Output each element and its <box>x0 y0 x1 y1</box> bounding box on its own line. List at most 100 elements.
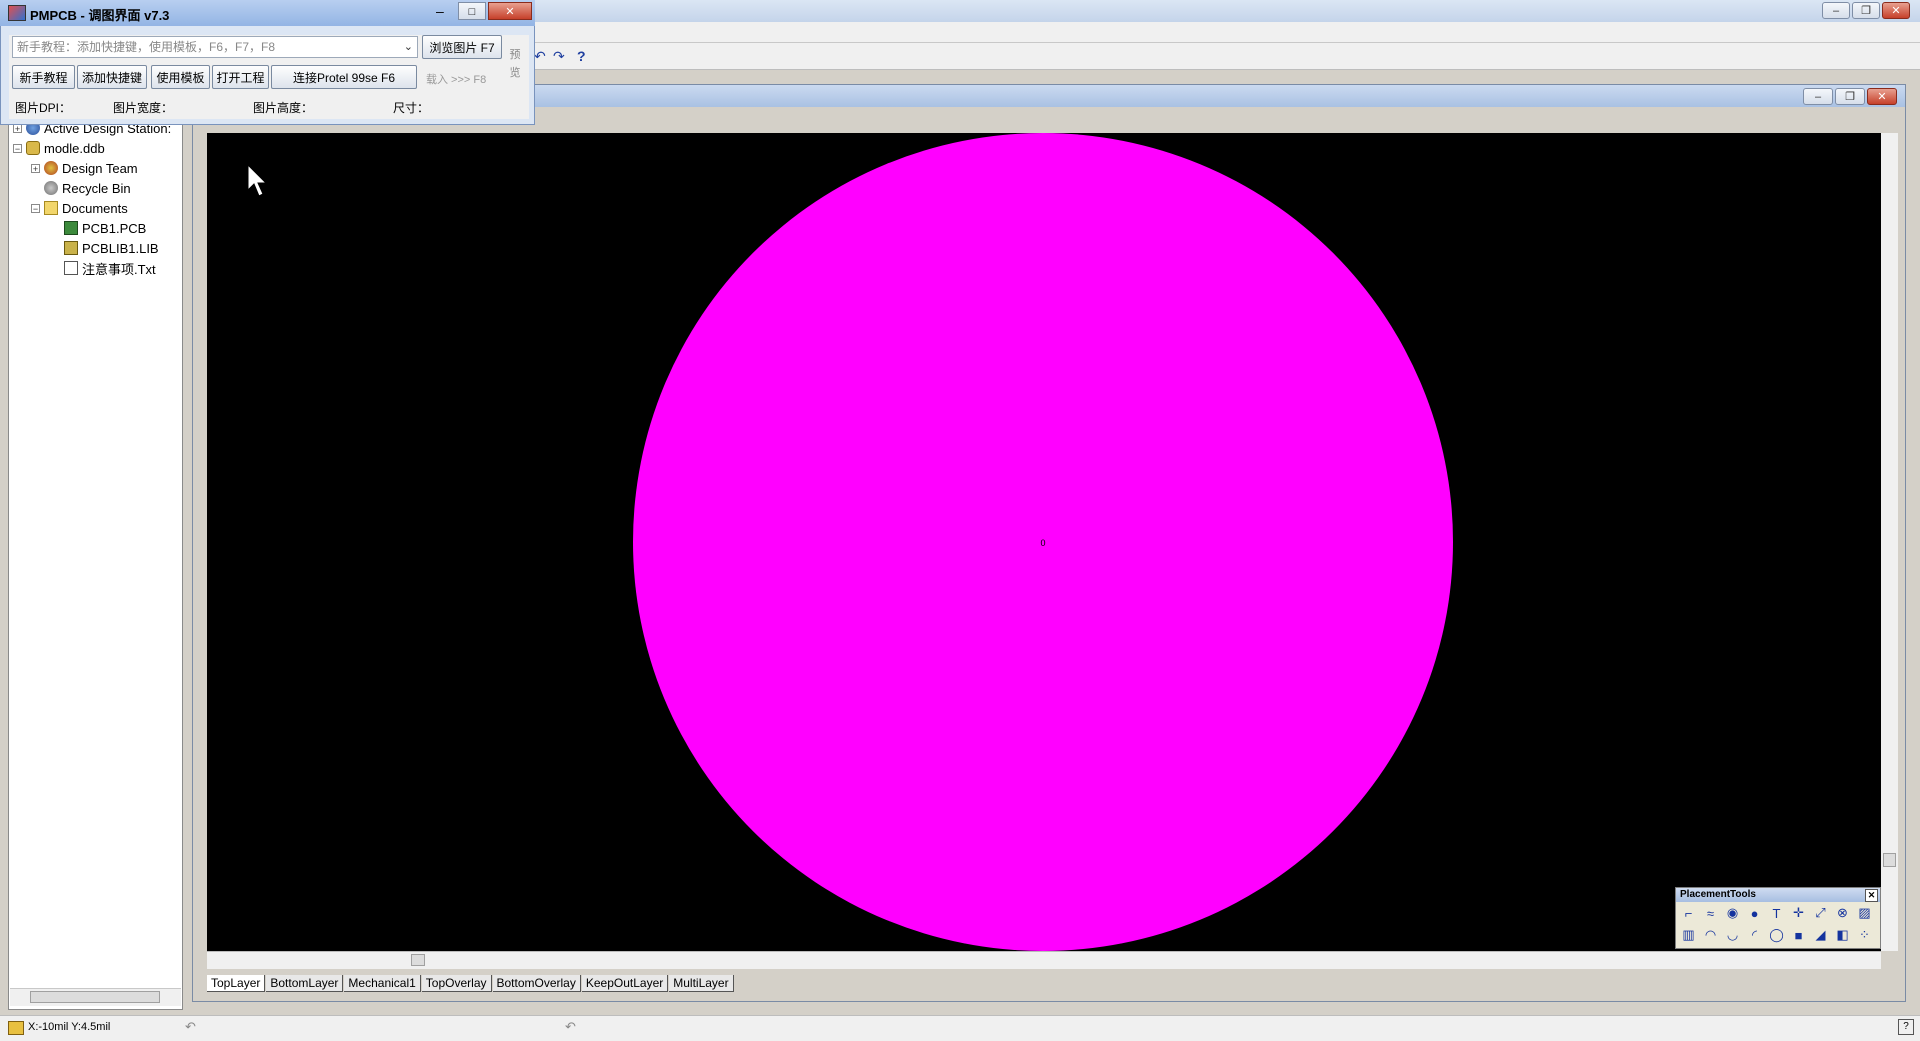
polygon-plane-icon[interactable]: ◢ <box>1811 926 1830 944</box>
chevron-down-icon[interactable]: ⌄ <box>404 37 413 57</box>
tab-topoverlay[interactable]: TopOverlay <box>421 975 492 992</box>
canvas-vertical-scrollbar[interactable] <box>1881 133 1898 951</box>
arc-center-icon[interactable]: ◠ <box>1701 926 1720 944</box>
pad-center-label: 0 <box>1040 538 1045 548</box>
placement-tools-row-1: ⌐ ≈ ◉ ● T ✛ ⤢ ⊗ ▨ <box>1676 902 1880 924</box>
tree-item-ddb[interactable]: − modle.ddb <box>13 139 105 157</box>
image-width-label: 图片宽度： <box>113 101 174 115</box>
pcb-canvas[interactable]: 0 <box>207 133 1881 951</box>
tree-item-pcblib[interactable]: PCBLIB1.LIB <box>64 239 159 257</box>
scroll-thumb[interactable] <box>411 954 425 966</box>
placement-tools-title-text: PlacementTools <box>1680 889 1756 900</box>
tutorial-combo[interactable]: 新手教程：添加快捷键，使用模板，F6，F7，F8 ⌄ <box>12 36 418 58</box>
team-icon <box>44 161 58 175</box>
canvas-horizontal-scrollbar[interactable] <box>207 951 1881 969</box>
tree-horizontal-scrollbar[interactable] <box>10 988 181 1006</box>
tab-mechanical1[interactable]: Mechanical1 <box>344 975 421 992</box>
statusbar: X:-10mil Y:4.5mil ↶ ↶ ? <box>0 1015 1920 1041</box>
undo-icon[interactable]: ↶ <box>534 48 546 65</box>
tree-item-label: modle.ddb <box>44 140 105 156</box>
tab-toplayer[interactable]: TopLayer <box>207 975 266 992</box>
maximize-icon[interactable]: □ <box>458 2 486 20</box>
restore-icon[interactable]: ❐ <box>1835 88 1865 105</box>
via-icon[interactable]: ● <box>1745 904 1764 922</box>
restore-icon[interactable]: ❐ <box>1852 2 1880 19</box>
tutorial-combo-text: 新手教程：添加快捷键，使用模板，F6，F7，F8 <box>17 40 276 54</box>
pencil-icon <box>8 1021 24 1035</box>
track-icon[interactable]: ⌐ <box>1679 904 1698 922</box>
tree-item-txt[interactable]: 注意事项.Txt <box>64 259 156 277</box>
tutorial-button[interactable]: 新手教程 <box>12 65 75 89</box>
close-icon[interactable]: ✕ <box>1882 2 1910 19</box>
library-file-icon <box>64 241 78 255</box>
layer-tabs: TopLayer BottomLayer Mechanical1 TopOver… <box>207 972 1881 992</box>
load-label: 载入 >>> F8 <box>426 74 487 86</box>
canvas-svg: 0 <box>633 133 1453 951</box>
tree-item-pcb[interactable]: PCB1.PCB <box>64 219 146 237</box>
mouse-cursor-icon <box>247 164 268 197</box>
close-icon[interactable]: ✕ <box>1867 88 1897 105</box>
database-icon <box>26 141 40 155</box>
circle-icon[interactable]: ◯ <box>1767 926 1786 944</box>
help-icon[interactable]: ? <box>1898 1019 1914 1035</box>
collapse-icon[interactable]: − <box>13 143 22 153</box>
tab-keepoutlayer[interactable]: KeepOutLayer <box>581 975 669 992</box>
array-paste-icon[interactable]: ⁘ <box>1855 926 1874 944</box>
arc-any-icon[interactable]: ◜ <box>1745 926 1764 944</box>
redo-icon[interactable]: ↷ <box>553 48 565 65</box>
preview-label: 预览 <box>509 49 521 79</box>
tab-bottomoverlay[interactable]: BottomOverlay <box>492 975 581 992</box>
origin-icon[interactable]: ⊗ <box>1833 904 1852 922</box>
pad-icon[interactable]: ◉ <box>1723 904 1742 922</box>
tab-multilayer[interactable]: MultiLayer <box>669 975 734 992</box>
scroll-thumb[interactable] <box>1883 853 1896 867</box>
status-indicator-icon: ↶ <box>185 1019 196 1034</box>
minimize-icon[interactable]: – <box>1803 88 1833 105</box>
image-height-label: 图片高度： <box>253 101 314 115</box>
cursor-coordinates: X:-10mil Y:4.5mil <box>28 1021 111 1033</box>
tree-item-recycle-bin[interactable]: Recycle Bin <box>44 179 131 197</box>
folder-icon <box>44 201 58 215</box>
connect-protel-button[interactable]: 连接Protel 99se F6 <box>271 65 417 89</box>
tree-item-label: PCB1.PCB <box>82 220 147 236</box>
status-indicator-icon: ↶ <box>565 1019 576 1034</box>
pmpcb-title: PMPCB - 调图界面 v7.3 <box>30 8 170 23</box>
help-icon[interactable]: ? <box>577 48 586 64</box>
size-label: 尺寸： <box>393 101 430 115</box>
image-dpi-label: 图片DPI： <box>15 101 72 115</box>
arc-edge-icon[interactable]: ◡ <box>1723 926 1742 944</box>
document-window-controls: – ❐ ✕ <box>1803 88 1897 105</box>
add-shortcut-button[interactable]: 添加快捷键 <box>77 65 147 89</box>
wire-icon[interactable]: ≈ <box>1701 904 1720 922</box>
placement-tools-title: PlacementTools ✕ <box>1676 888 1880 902</box>
tree-item-label: 注意事项.Txt <box>82 261 156 277</box>
placement-tools-palette: PlacementTools ✕ ⌐ ≈ ◉ ● T ✛ ⤢ ⊗ ▨ ▥ ◠ ◡… <box>1675 887 1881 949</box>
tree-item-label: Recycle Bin <box>62 180 131 196</box>
expand-icon[interactable]: + <box>31 163 40 173</box>
tab-bottomlayer[interactable]: BottomLayer <box>266 975 344 992</box>
tree-item-label: PCBLIB1.LIB <box>82 240 159 256</box>
split-plane-icon[interactable]: ◧ <box>1833 926 1852 944</box>
dimension-icon[interactable]: ⤢ <box>1811 904 1830 922</box>
minimize-icon[interactable]: – <box>1822 2 1850 19</box>
tree-item-label: Design Team <box>62 160 138 176</box>
tree-item-documents[interactable]: − Documents <box>31 199 128 217</box>
pmpcb-titlebar[interactable]: PMPCB - 调图界面 v7.3 – □ ✕ <box>0 0 535 26</box>
use-template-button[interactable]: 使用模板 <box>151 65 210 89</box>
component-icon[interactable]: ▥ <box>1679 926 1698 944</box>
tree-item-design-team[interactable]: + Design Team <box>31 159 138 177</box>
pcb-file-icon <box>64 221 78 235</box>
recycle-bin-icon <box>44 181 58 195</box>
browse-image-button[interactable]: 浏览图片 F7 <box>422 35 502 59</box>
fill-icon[interactable]: ■ <box>1789 926 1808 944</box>
close-icon[interactable]: ✕ <box>488 2 532 20</box>
collapse-icon[interactable]: − <box>31 203 40 213</box>
scroll-thumb[interactable] <box>30 991 160 1003</box>
string-icon[interactable]: T <box>1767 904 1786 922</box>
coordinate-icon[interactable]: ✛ <box>1789 904 1808 922</box>
pmpcb-app-icon <box>8 5 26 21</box>
close-icon[interactable]: ✕ <box>1865 889 1878 902</box>
polygon-icon[interactable]: ▨ <box>1855 904 1874 922</box>
open-project-button[interactable]: 打开工程 <box>212 65 269 89</box>
minimize-icon[interactable]: – <box>436 3 444 19</box>
